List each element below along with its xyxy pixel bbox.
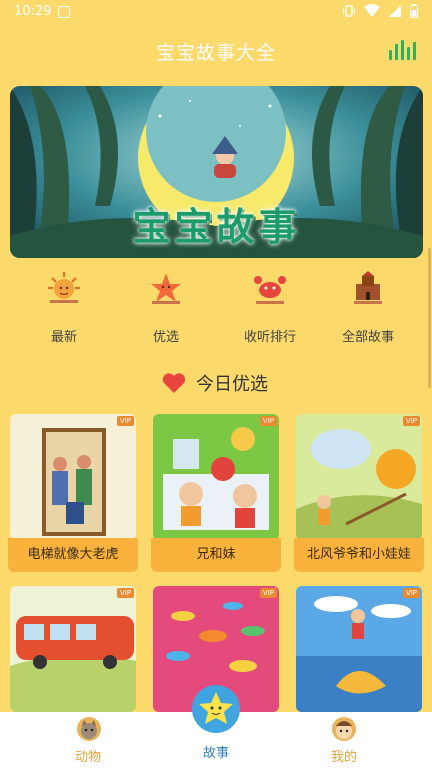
story-cover — [296, 414, 422, 540]
quick-link-all[interactable]: 全部故事 — [328, 270, 408, 345]
tab-label: 动物 — [74, 750, 101, 765]
quick-link-label: 收听排行 — [243, 330, 296, 345]
audio-bars-icon[interactable] — [389, 40, 416, 60]
vip-badge: VIP — [259, 416, 277, 426]
vip-badge: VIP — [116, 416, 134, 426]
baby-face-icon — [332, 717, 356, 741]
vip-badge: VIP — [402, 588, 420, 598]
crab-icon — [254, 276, 286, 304]
app-bar: 宝宝故事大全 — [0, 24, 432, 80]
tab-label: 我的 — [330, 750, 357, 765]
notification-icon — [58, 6, 70, 18]
bottom-tab-bar: 动物 故事 我的 — [0, 685, 432, 768]
vip-badge: VIP — [116, 588, 134, 598]
quick-link-ranking[interactable]: 收听排行 — [230, 270, 310, 345]
scrollbar[interactable] — [428, 248, 431, 388]
quick-link-featured[interactable]: 优选 — [126, 270, 206, 345]
story-title: 电梯就像大老虎 — [8, 538, 138, 572]
starfish-icon — [151, 273, 181, 304]
section-header: 今日优选 — [162, 370, 268, 396]
sun-icon — [48, 272, 80, 303]
vip-badge: VIP — [402, 416, 420, 426]
status-icons — [342, 4, 418, 18]
vibrate-icon — [343, 5, 355, 17]
story-cover — [296, 586, 422, 712]
sandcastle-icon — [354, 271, 382, 304]
story-title: 北风爷爷和小娃娃 — [294, 538, 424, 572]
quick-link-label: 优选 — [152, 330, 179, 345]
story-cover — [10, 586, 136, 712]
cat-icon — [77, 717, 101, 741]
section-title: 今日优选 — [196, 374, 268, 395]
heart-icon — [162, 373, 186, 393]
story-cover — [153, 414, 279, 540]
quick-link-label: 全部故事 — [341, 330, 394, 345]
quick-link-latest[interactable]: 最新 — [24, 270, 104, 345]
signal-icon — [389, 5, 401, 17]
story-title: 兄和妹 — [151, 538, 281, 572]
wifi-icon — [364, 4, 380, 17]
banner[interactable]: 宝宝故事 — [10, 86, 423, 258]
battery-icon — [410, 4, 418, 18]
story-cover — [10, 414, 136, 540]
tab-label: 故事 — [202, 746, 229, 761]
star-icon — [192, 685, 240, 733]
quick-link-label: 最新 — [50, 330, 77, 345]
vip-badge: VIP — [259, 588, 277, 598]
status-bar: 10:29 — [0, 0, 432, 24]
status-time: 10:29 — [14, 4, 52, 19]
banner-title: 宝宝故事 — [132, 205, 301, 249]
app-title: 宝宝故事大全 — [155, 42, 276, 64]
